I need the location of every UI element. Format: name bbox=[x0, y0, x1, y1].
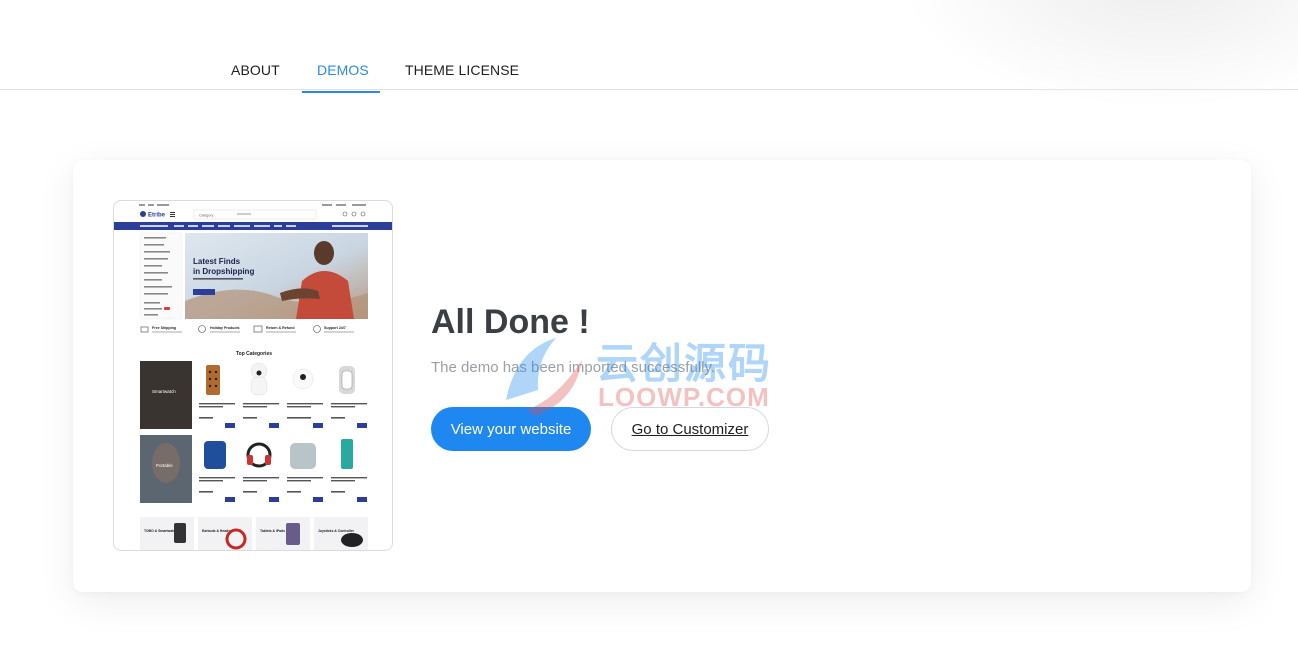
preview-feature-3: Return & Refund bbox=[266, 326, 295, 330]
tab-theme-license[interactable]: THEME LICENSE bbox=[405, 62, 519, 78]
tab-demos[interactable]: DEMOS bbox=[317, 62, 369, 78]
page: ABOUT DEMOS THEME LICENSE Etribe Categor… bbox=[0, 0, 1298, 659]
demo-preview-thumbnail: Etribe Category Latest Finds in Dropship… bbox=[114, 204, 392, 550]
success-message: The demo has been imported successfully. bbox=[431, 359, 716, 376]
preview-feature-2: Holiday Products bbox=[210, 326, 240, 330]
preview-section-title: Top Categories bbox=[236, 351, 272, 357]
preview-category: Category bbox=[199, 214, 213, 218]
preview-promo-1: Smartwatch bbox=[152, 389, 176, 394]
view-website-button[interactable]: View your website bbox=[431, 407, 591, 451]
preview-bottom-cat-1: TOBO & Smartwatch bbox=[144, 529, 177, 533]
go-to-customizer-button[interactable]: Go to Customizer bbox=[611, 407, 769, 451]
preview-feature-4: Support 24/7 bbox=[324, 326, 346, 330]
preview-feature-1: Free Shipping bbox=[152, 326, 176, 330]
page-title: All Done ! bbox=[431, 303, 590, 341]
preview-promo-2: Portable bbox=[156, 463, 173, 468]
tab-bar: ABOUT DEMOS THEME LICENSE bbox=[0, 0, 1298, 90]
result-card: Etribe Category Latest Finds in Dropship… bbox=[73, 160, 1251, 592]
active-tab-indicator bbox=[302, 91, 380, 93]
demo-preview-image: Etribe Category Latest Finds in Dropship… bbox=[113, 200, 393, 551]
preview-hero-line1: Latest Finds bbox=[193, 257, 241, 266]
preview-hero-line2: in Dropshipping bbox=[193, 267, 254, 276]
preview-brand: Etribe bbox=[148, 213, 166, 219]
preview-bottom-cat-3: Tablets & iPads bbox=[260, 529, 285, 533]
preview-bottom-cat-4: Joysticks & Controller bbox=[318, 529, 355, 533]
tab-about[interactable]: ABOUT bbox=[231, 62, 280, 78]
